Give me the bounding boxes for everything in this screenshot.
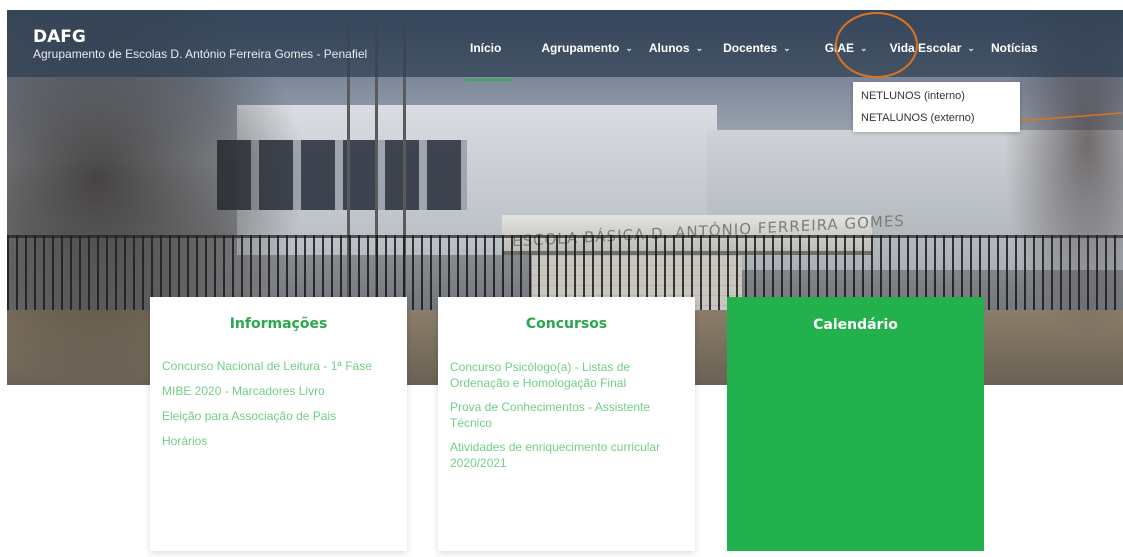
list-item-link[interactable]: Eleição para Associação de Pais bbox=[162, 408, 395, 424]
list-item-link[interactable]: Prova de Conhecimentos - Assistente Técn… bbox=[450, 399, 683, 431]
giae-dropdown-menu: NETLUNOS (interno) NETALUNOS (externo) bbox=[853, 82, 1020, 132]
nav-item-docentes[interactable]: Docentes ⌄ bbox=[723, 41, 791, 55]
annotation-circle bbox=[835, 12, 918, 78]
card-title: Concursos bbox=[525, 316, 608, 332]
nav-item-label: Alunos bbox=[648, 41, 690, 55]
list-item-link[interactable]: Concurso Psicólogo(a) - Listas de Ordena… bbox=[450, 359, 683, 391]
card-title: Calendário bbox=[813, 317, 898, 333]
menu-item-netalunos-externo[interactable]: NETALUNOS (externo) bbox=[853, 107, 1020, 129]
top-navbar: DAFG Agrupamento de Escolas D. António F… bbox=[7, 10, 1123, 81]
brand-subtitle: Agrupamento de Escolas D. António Ferrei… bbox=[33, 47, 368, 61]
nav-item-noticias[interactable]: Notícias bbox=[991, 41, 1038, 55]
chevron-down-icon: ⌄ bbox=[783, 42, 791, 53]
nav-item-alunos[interactable]: Alunos ⌄ bbox=[649, 41, 703, 55]
card-title: Informações bbox=[229, 316, 328, 332]
nav-item-label: Notícias bbox=[990, 41, 1038, 55]
nav-item-label: Docentes bbox=[723, 41, 778, 55]
list-item-link[interactable]: Horários bbox=[162, 433, 395, 449]
brand-title: DAFG bbox=[33, 27, 86, 47]
chevron-down-icon: ⌄ bbox=[625, 42, 633, 53]
list-item-link[interactable]: MIBE 2020 - Marcadores Livro bbox=[162, 383, 395, 399]
nav-item-label: Agrupamento bbox=[541, 41, 620, 55]
chevron-down-icon: ⌄ bbox=[695, 42, 704, 53]
nav-item-label: Início bbox=[470, 41, 502, 55]
nav-item-agrupamento[interactable]: Agrupamento ⌄ bbox=[541, 41, 633, 55]
list-item-link[interactable]: Concurso Nacional de Leitura - 1ª Fase bbox=[162, 358, 395, 374]
concursos-list: Concurso Psicólogo(a) - Listas de Ordena… bbox=[438, 359, 695, 471]
concursos-card: Concursos Concurso Psicólogo(a) - Listas… bbox=[438, 297, 695, 551]
main-nav: Início Agrupamento ⌄ Alunos ⌄ Docentes ⌄… bbox=[465, 38, 1038, 81]
informacoes-list: Concurso Nacional de Leitura - 1ª Fase M… bbox=[150, 358, 407, 449]
nav-item-inicio[interactable]: Início bbox=[465, 41, 514, 81]
chevron-down-icon: ⌄ bbox=[967, 42, 975, 53]
list-item-link[interactable]: Atividades de enriquecimento curricular … bbox=[450, 439, 683, 471]
informacoes-card: Informações Concurso Nacional de Leitura… bbox=[150, 297, 407, 551]
calendario-card[interactable]: Calendário bbox=[727, 297, 984, 551]
menu-item-netlunos-interno[interactable]: NETLUNOS (interno) bbox=[853, 85, 1020, 107]
brand-logo[interactable]: DAFG Agrupamento de Escolas D. António F… bbox=[33, 28, 367, 61]
